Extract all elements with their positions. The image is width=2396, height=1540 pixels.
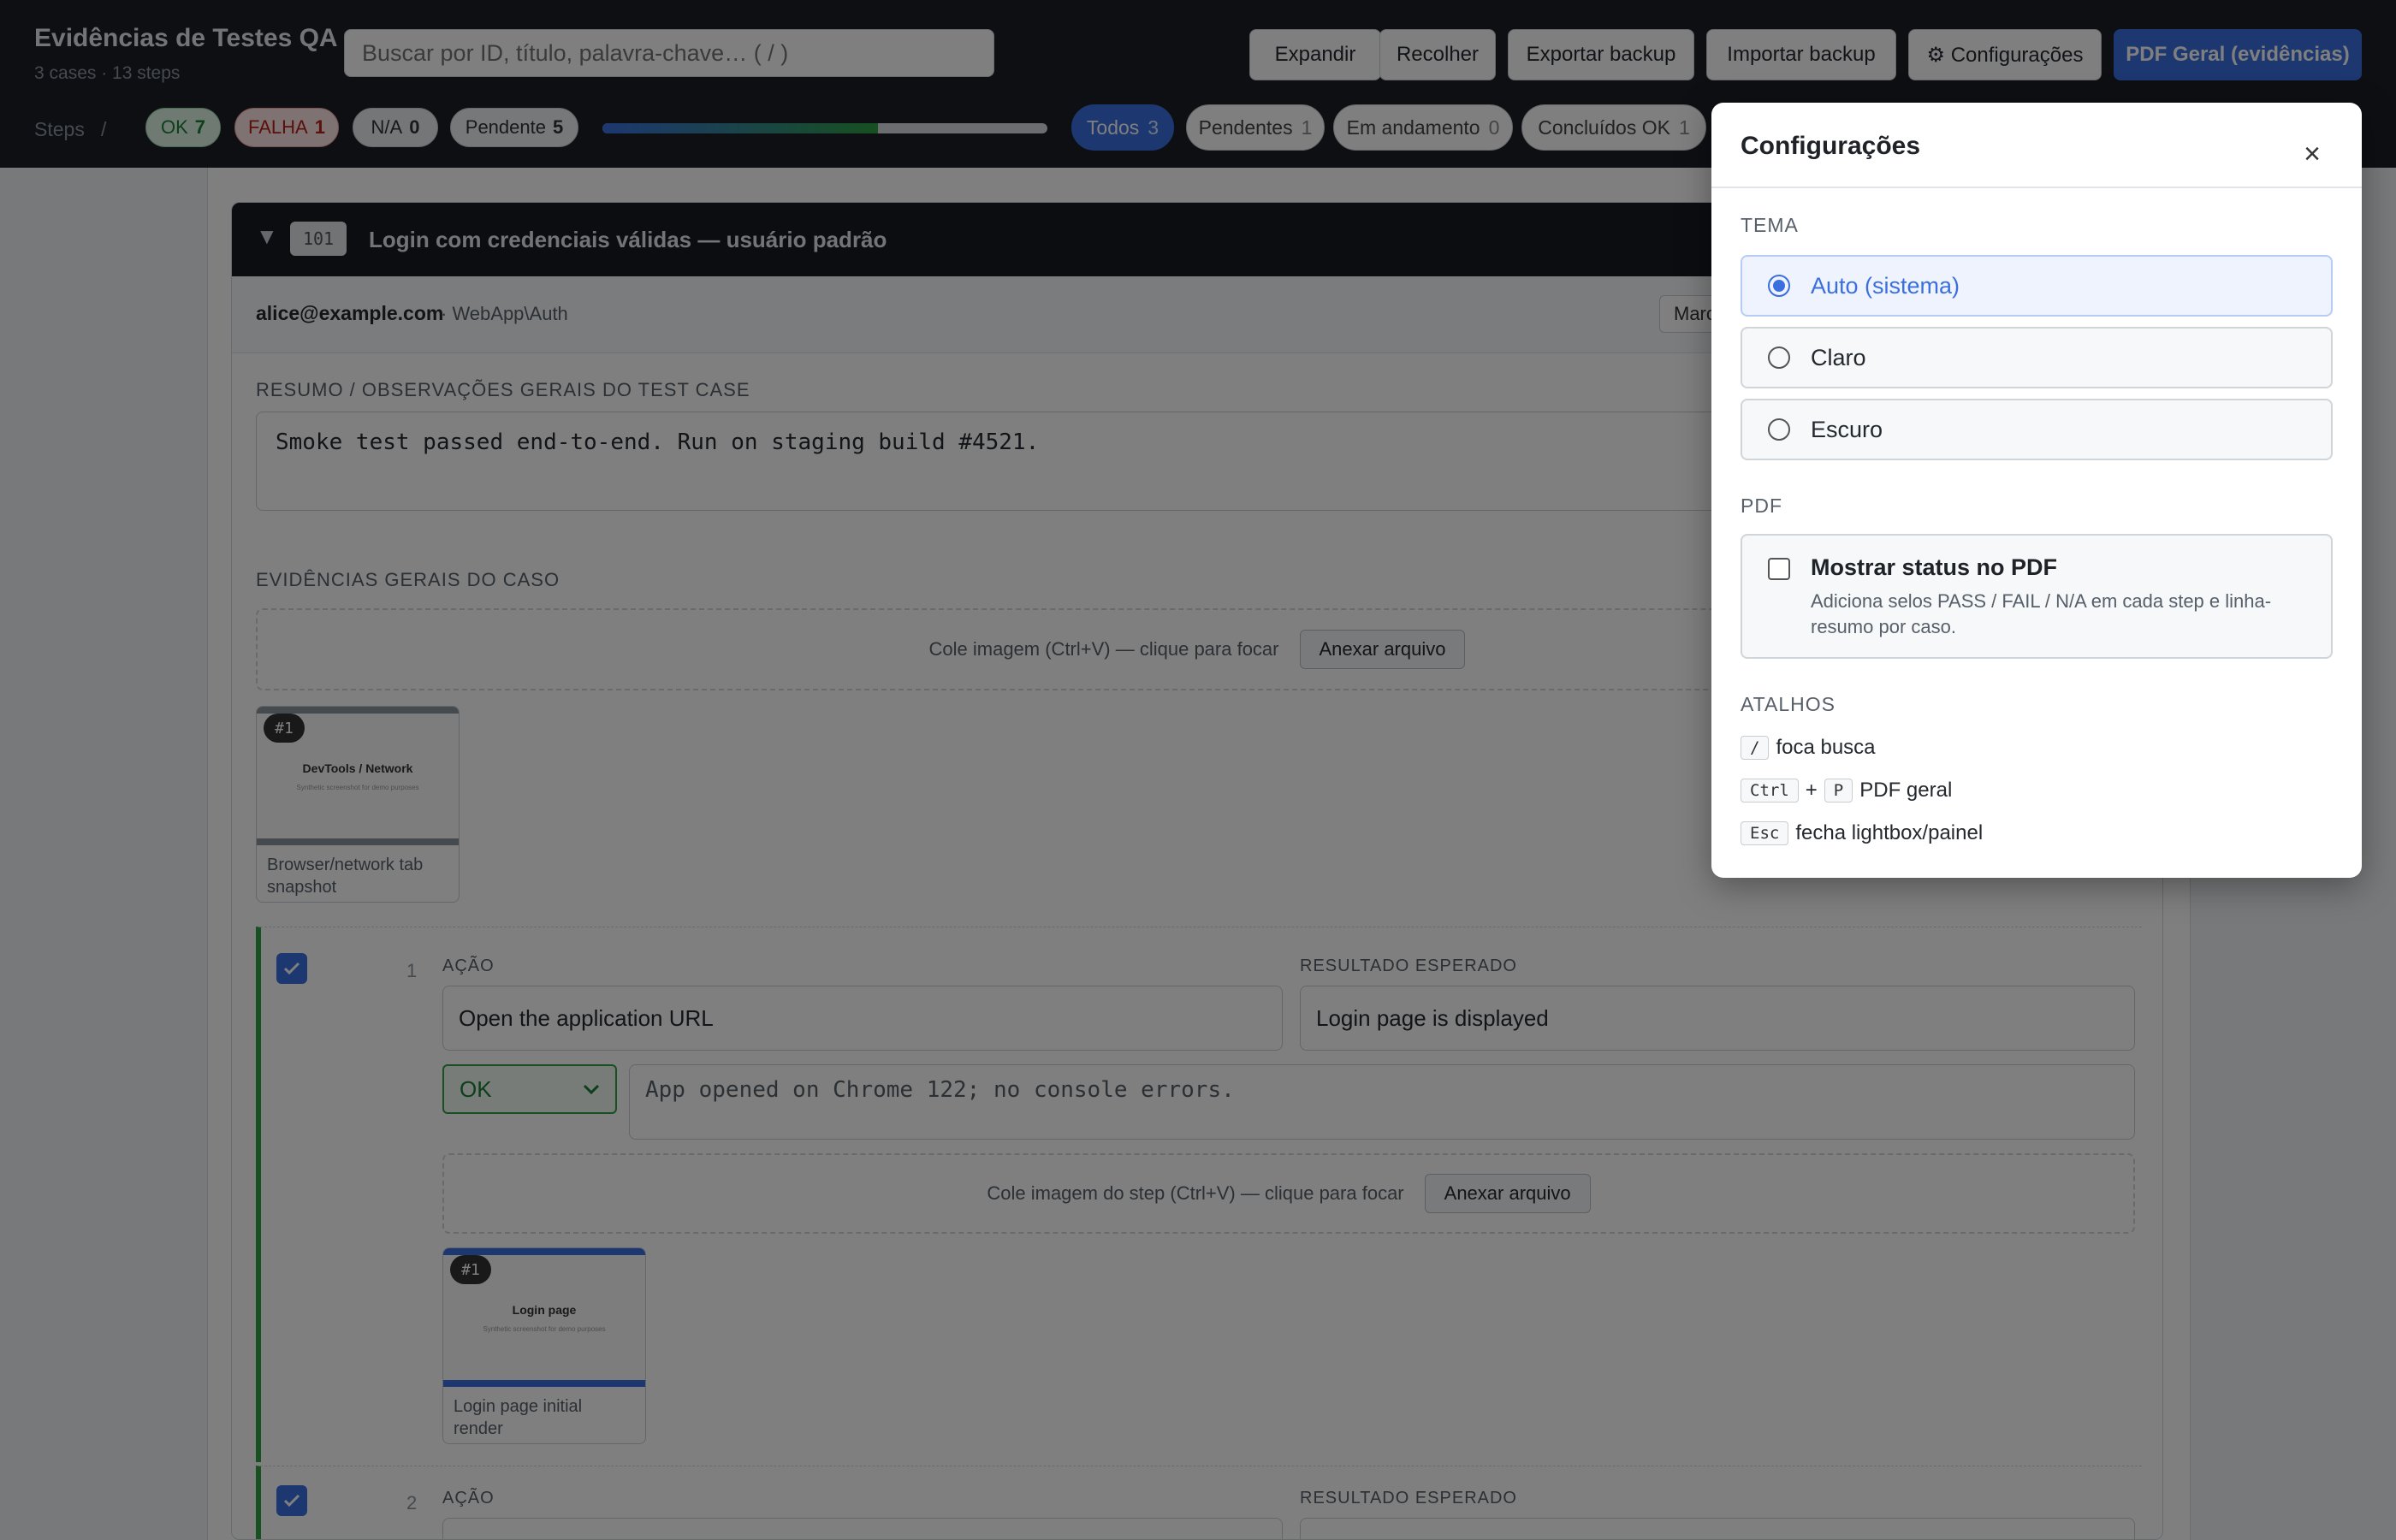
pdf-section-label: PDF xyxy=(1741,495,1782,517)
pdf-status-checkbox[interactable] xyxy=(1768,558,1790,580)
radio-icon xyxy=(1768,346,1790,369)
theme-option-auto[interactable]: Auto (sistema) xyxy=(1741,255,2333,317)
modal-divider xyxy=(1711,187,2362,188)
shortcut-search: / foca busca xyxy=(1741,736,1876,760)
kbd-esc: Esc xyxy=(1741,821,1789,845)
theme-section-label: Tema xyxy=(1741,214,1799,236)
pdf-option-title: Mostrar status no PDF xyxy=(1811,554,2058,580)
shortcut-pdf: Ctrl + P PDF geral xyxy=(1741,779,1952,803)
settings-modal: Configurações × Tema Auto (sistema) Clar… xyxy=(1711,103,2362,878)
shortcut-close: Esc fecha lightbox/painel xyxy=(1741,821,1983,845)
kbd-p: P xyxy=(1824,779,1853,803)
close-icon[interactable]: × xyxy=(2292,133,2333,175)
pdf-status-option[interactable]: Mostrar status no PDF Adiciona selos PAS… xyxy=(1741,534,2333,659)
radio-selected-icon xyxy=(1768,275,1790,297)
theme-option-light[interactable]: Claro xyxy=(1741,327,2333,388)
theme-option-dark[interactable]: Escuro xyxy=(1741,399,2333,460)
shortcuts-section-label: Atalhos xyxy=(1741,693,1836,715)
kbd-ctrl: Ctrl xyxy=(1741,779,1799,803)
kbd-slash: / xyxy=(1741,736,1770,760)
radio-icon xyxy=(1768,418,1790,441)
modal-title: Configurações xyxy=(1741,132,1921,160)
pdf-option-description: Adiciona selos PASS / FAIL / N/A em cada… xyxy=(1811,590,2272,637)
